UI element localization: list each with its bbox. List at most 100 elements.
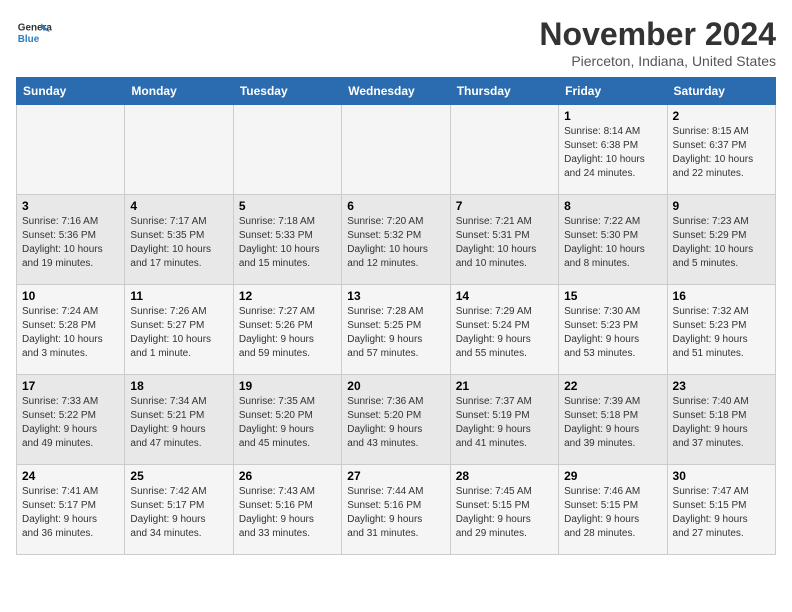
calendar-cell: 11 Sunrise: 7:26 AM Sunset: 5:27 PM Dayli…	[125, 285, 233, 375]
day-number: 27	[347, 469, 444, 483]
calendar-cell: 15 Sunrise: 7:30 AM Sunset: 5:23 PM Dayli…	[559, 285, 667, 375]
day-detail: Sunrise: 7:41 AM Sunset: 5:17 PM Dayligh…	[22, 485, 119, 541]
calendar-cell: 6Sunrise: 7:20 AM Sunset: 5:32 PM Daylig…	[342, 195, 450, 285]
day-number: 14	[456, 289, 553, 303]
calendar-cell: 18Sunrise: 7:34 AM Sunset: 5:21 PM Dayli…	[125, 375, 233, 465]
day-detail: Sunrise: 7:27 AM Sunset: 5:26 PM Dayligh…	[239, 305, 336, 361]
calendar-cell: 27Sunrise: 7:44 AM Sunset: 5:16 PM Dayli…	[342, 465, 450, 555]
day-detail: Sunrise: 7:33 AM Sunset: 5:22 PM Dayligh…	[22, 395, 119, 451]
calendar-cell: 3 Sunrise: 7:16 AM Sunset: 5:36 PM Daylig…	[17, 195, 125, 285]
calendar-cell: 12 Sunrise: 7:27 AM Sunset: 5:26 PM Dayli…	[233, 285, 341, 375]
weekday-header-friday: Friday	[559, 78, 667, 105]
calendar-cell	[450, 105, 558, 195]
day-detail: Sunrise: 7:30 AM Sunset: 5:23 PM Dayligh…	[564, 305, 661, 361]
day-detail: Sunrise: 7:24 AM Sunset: 5:28 PM Dayligh…	[22, 305, 119, 361]
day-number: 16	[673, 289, 770, 303]
day-detail: Sunrise: 8:14 AM Sunset: 6:38 PM Dayligh…	[564, 125, 661, 181]
day-number: 15	[564, 289, 661, 303]
day-number: 24	[22, 469, 119, 483]
calendar-cell: 22 Sunrise: 7:39 AM Sunset: 5:18 PM Dayli…	[559, 375, 667, 465]
day-number: 29	[564, 469, 661, 483]
title-area: November 2024 Pierceton, Indiana, United…	[539, 16, 776, 69]
day-number: 19	[239, 379, 336, 393]
day-number: 28	[456, 469, 553, 483]
day-number: 3	[22, 199, 119, 213]
week-row-1: 1 Sunrise: 8:14 AM Sunset: 6:38 PM Daylig…	[17, 105, 776, 195]
calendar-cell: 28 Sunrise: 7:45 AM Sunset: 5:15 PM Dayli…	[450, 465, 558, 555]
day-detail: Sunrise: 7:32 AM Sunset: 5:23 PM Dayligh…	[673, 305, 770, 361]
day-detail: Sunrise: 7:17 AM Sunset: 5:35 PM Dayligh…	[130, 215, 227, 271]
calendar-cell: 23 Sunrise: 7:40 AM Sunset: 5:18 PM Dayli…	[667, 375, 775, 465]
day-number: 13	[347, 289, 444, 303]
weekday-header-tuesday: Tuesday	[233, 78, 341, 105]
day-number: 21	[456, 379, 553, 393]
week-row-4: 17 Sunrise: 7:33 AM Sunset: 5:22 PM Dayli…	[17, 375, 776, 465]
calendar-cell: 19 Sunrise: 7:35 AM Sunset: 5:20 PM Dayli…	[233, 375, 341, 465]
calendar-cell: 29 Sunrise: 7:46 AM Sunset: 5:15 PM Dayli…	[559, 465, 667, 555]
calendar-cell: 8 Sunrise: 7:22 AM Sunset: 5:30 PM Daylig…	[559, 195, 667, 285]
day-detail: Sunrise: 7:47 AM Sunset: 5:15 PM Dayligh…	[673, 485, 770, 541]
day-detail: Sunrise: 7:23 AM Sunset: 5:29 PM Dayligh…	[673, 215, 770, 271]
day-number: 11	[130, 289, 227, 303]
calendar-cell: 5 Sunrise: 7:18 AM Sunset: 5:33 PM Daylig…	[233, 195, 341, 285]
day-detail: Sunrise: 7:40 AM Sunset: 5:18 PM Dayligh…	[673, 395, 770, 451]
week-row-2: 3 Sunrise: 7:16 AM Sunset: 5:36 PM Daylig…	[17, 195, 776, 285]
day-number: 25	[130, 469, 227, 483]
weekday-header-row: SundayMondayTuesdayWednesdayThursdayFrid…	[17, 78, 776, 105]
svg-text:Blue: Blue	[18, 34, 40, 45]
day-number: 17	[22, 379, 119, 393]
day-number: 7	[456, 199, 553, 213]
calendar-cell	[233, 105, 341, 195]
day-detail: Sunrise: 7:42 AM Sunset: 5:17 PM Dayligh…	[130, 485, 227, 541]
day-detail: Sunrise: 7:36 AM Sunset: 5:20 PM Dayligh…	[347, 395, 444, 451]
weekday-header-sunday: Sunday	[17, 78, 125, 105]
day-number: 8	[564, 199, 661, 213]
calendar-cell: 9 Sunrise: 7:23 AM Sunset: 5:29 PM Daylig…	[667, 195, 775, 285]
day-detail: Sunrise: 7:18 AM Sunset: 5:33 PM Dayligh…	[239, 215, 336, 271]
day-number: 5	[239, 199, 336, 213]
header: General Blue November 2024 Pierceton, In…	[16, 16, 776, 69]
calendar-cell: 24 Sunrise: 7:41 AM Sunset: 5:17 PM Dayli…	[17, 465, 125, 555]
day-number: 26	[239, 469, 336, 483]
weekday-header-wednesday: Wednesday	[342, 78, 450, 105]
calendar-cell: 4 Sunrise: 7:17 AM Sunset: 5:35 PM Daylig…	[125, 195, 233, 285]
calendar-cell: 20 Sunrise: 7:36 AM Sunset: 5:20 PM Dayli…	[342, 375, 450, 465]
calendar-cell: 14 Sunrise: 7:29 AM Sunset: 5:24 PM Dayli…	[450, 285, 558, 375]
day-detail: Sunrise: 7:26 AM Sunset: 5:27 PM Dayligh…	[130, 305, 227, 361]
day-detail: Sunrise: 7:37 AM Sunset: 5:19 PM Dayligh…	[456, 395, 553, 451]
day-detail: Sunrise: 7:35 AM Sunset: 5:20 PM Dayligh…	[239, 395, 336, 451]
svg-text:General: General	[18, 22, 52, 33]
day-detail: Sunrise: 7:39 AM Sunset: 5:18 PM Dayligh…	[564, 395, 661, 451]
day-number: 12	[239, 289, 336, 303]
calendar-cell	[17, 105, 125, 195]
day-detail: Sunrise: 7:16 AM Sunset: 5:36 PM Dayligh…	[22, 215, 119, 271]
day-number: 18	[130, 379, 227, 393]
month-title: November 2024	[539, 16, 776, 53]
day-number: 22	[564, 379, 661, 393]
day-detail: Sunrise: 7:29 AM Sunset: 5:24 PM Dayligh…	[456, 305, 553, 361]
calendar-cell	[342, 105, 450, 195]
calendar-cell: 13 Sunrise: 7:28 AM Sunset: 5:25 PM Dayli…	[342, 285, 450, 375]
calendar-cell: 1 Sunrise: 8:14 AM Sunset: 6:38 PM Daylig…	[559, 105, 667, 195]
day-number: 4	[130, 199, 227, 213]
calendar-cell	[125, 105, 233, 195]
calendar-cell: 25 Sunrise: 7:42 AM Sunset: 5:17 PM Dayli…	[125, 465, 233, 555]
day-detail: Sunrise: 7:21 AM Sunset: 5:31 PM Dayligh…	[456, 215, 553, 271]
day-detail: Sunrise: 7:22 AM Sunset: 5:30 PM Dayligh…	[564, 215, 661, 271]
logo-icon: General Blue	[16, 16, 52, 52]
day-number: 30	[673, 469, 770, 483]
day-number: 9	[673, 199, 770, 213]
calendar-cell: 30 Sunrise: 7:47 AM Sunset: 5:15 PM Dayli…	[667, 465, 775, 555]
day-detail: Sunrise: 7:46 AM Sunset: 5:15 PM Dayligh…	[564, 485, 661, 541]
day-detail: Sunrise: 7:43 AM Sunset: 5:16 PM Dayligh…	[239, 485, 336, 541]
day-number: 23	[673, 379, 770, 393]
day-number: 20	[347, 379, 444, 393]
week-row-5: 24 Sunrise: 7:41 AM Sunset: 5:17 PM Dayli…	[17, 465, 776, 555]
calendar-cell: 16 Sunrise: 7:32 AM Sunset: 5:23 PM Dayli…	[667, 285, 775, 375]
day-detail: Sunrise: 7:20 AM Sunset: 5:32 PM Dayligh…	[347, 215, 444, 271]
calendar-cell: 2Sunrise: 8:15 AM Sunset: 6:37 PM Daylig…	[667, 105, 775, 195]
day-number: 10	[22, 289, 119, 303]
day-number: 1	[564, 109, 661, 123]
day-detail: Sunrise: 7:45 AM Sunset: 5:15 PM Dayligh…	[456, 485, 553, 541]
day-detail: Sunrise: 7:28 AM Sunset: 5:25 PM Dayligh…	[347, 305, 444, 361]
